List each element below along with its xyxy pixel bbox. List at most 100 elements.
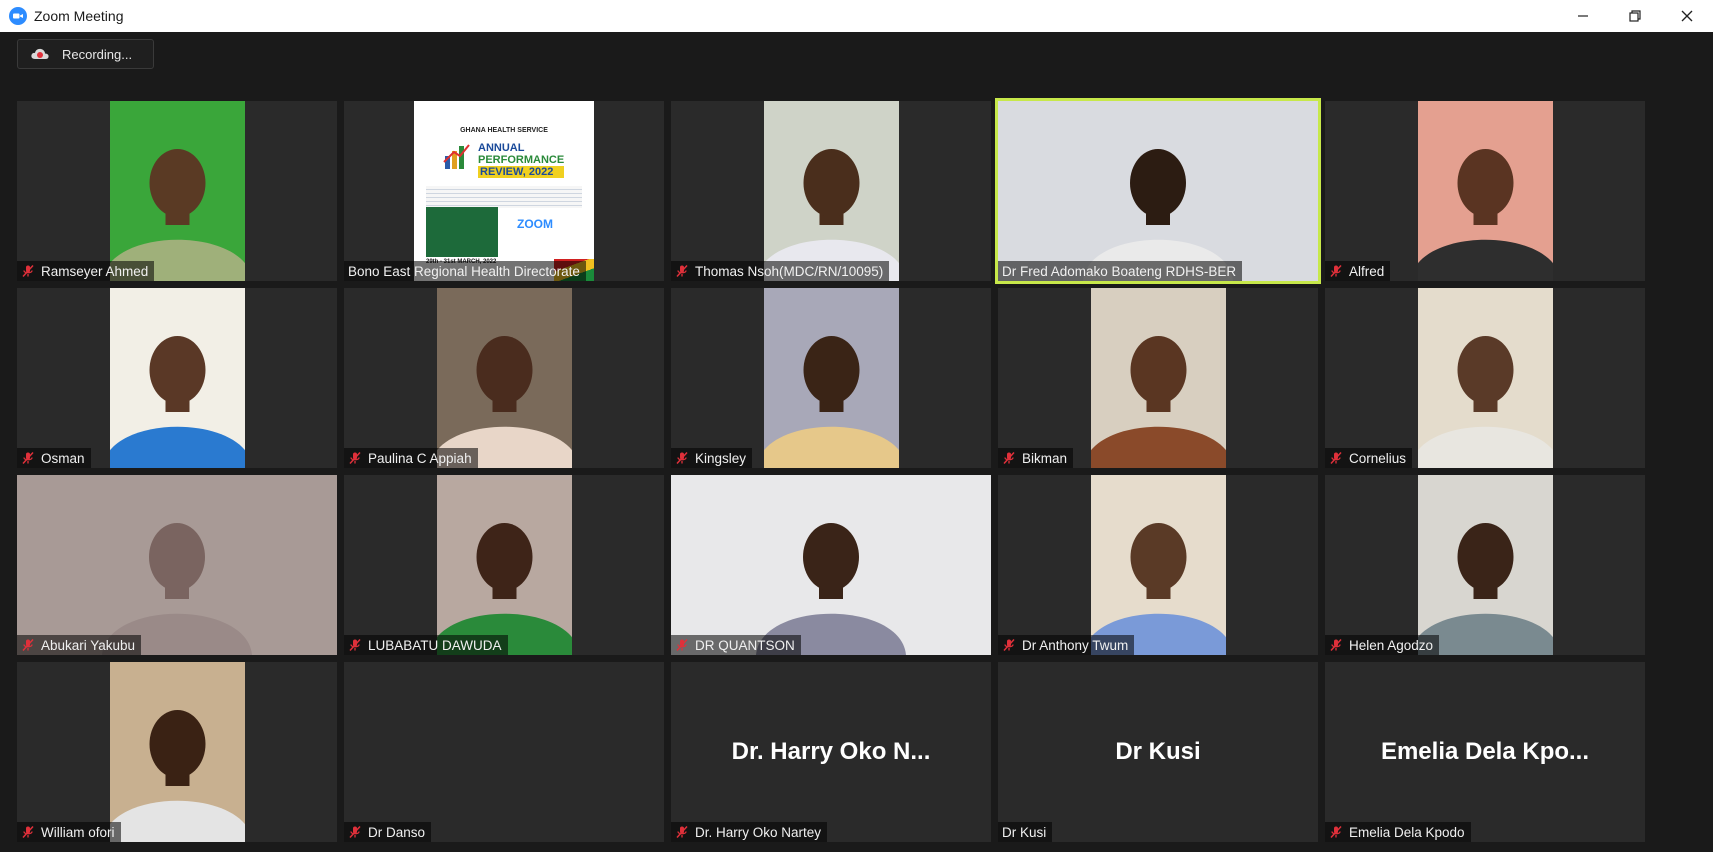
video-feed — [671, 475, 991, 655]
video-feed — [429, 475, 579, 655]
recording-indicator[interactable]: Recording... — [17, 39, 154, 69]
participant-tile[interactable]: GHANA HEALTH SERVICE ANNUAL PERFORMANCE REV… — [344, 101, 664, 281]
participant-tile[interactable]: Osman — [17, 288, 337, 468]
participant-tile[interactable]: Dr Danso — [344, 662, 664, 842]
participant-display-name — [344, 662, 664, 842]
participant-tile[interactable]: Cornelius — [1325, 288, 1645, 468]
participant-tile[interactable]: Helen Agodzo — [1325, 475, 1645, 655]
poster-platform: ZOOM — [506, 209, 564, 239]
participant-name: Dr. Harry Oko Nartey — [695, 824, 822, 840]
video-feed — [998, 101, 1318, 281]
microphone-muted-icon — [676, 825, 688, 839]
video-feed — [17, 475, 337, 655]
participant-name: Cornelius — [1349, 450, 1407, 466]
microphone-muted-icon — [676, 264, 688, 278]
video-feed — [102, 288, 252, 468]
participant-name: Dr Fred Adomako Boateng RDHS-BER — [1002, 263, 1237, 279]
participant-name-tag: Bono East Regional Health Directorate — [344, 261, 586, 281]
participant-video — [756, 101, 906, 281]
participant-name-tag: Emelia Dela Kpodo — [1325, 822, 1471, 842]
microphone-muted-icon — [349, 638, 361, 652]
participant-name: LUBABATU DAWUDA — [368, 637, 502, 653]
participant-name: Helen Agodzo — [1349, 637, 1434, 653]
participant-name-tag: Cornelius — [1325, 448, 1413, 468]
participant-video — [1410, 475, 1560, 655]
participant-name: Osman — [41, 450, 85, 466]
microphone-muted-icon — [22, 638, 34, 652]
participant-tile[interactable]: Abukari Yakubu — [17, 475, 337, 655]
participant-tile[interactable]: Thomas Nsoh(MDC/RN/10095) — [671, 101, 991, 281]
participant-name: Alfred — [1349, 263, 1385, 279]
participant-name: DR QUANTSON — [695, 637, 795, 653]
participant-video — [102, 101, 252, 281]
close-button[interactable] — [1661, 0, 1713, 32]
participant-tile[interactable]: Kingsley — [671, 288, 991, 468]
window-title: Zoom Meeting — [34, 8, 124, 24]
participant-name-tag: Abukari Yakubu — [17, 635, 142, 655]
participant-name-tag: Bikman — [998, 448, 1074, 468]
participant-name: Ramseyer Ahmed — [41, 263, 149, 279]
participant-video — [1410, 288, 1560, 468]
participant-video — [671, 475, 991, 655]
video-feed — [1410, 288, 1560, 468]
participant-name-tag: Thomas Nsoh(MDC/RN/10095) — [671, 261, 890, 281]
participant-name: Dr Danso — [368, 824, 426, 840]
participant-video — [429, 475, 579, 655]
minimize-button[interactable] — [1557, 0, 1609, 32]
participant-name-tag: William ofori — [17, 822, 121, 842]
participant-video — [1083, 475, 1233, 655]
participant-tile[interactable]: Dr Kusi Dr Kusi — [998, 662, 1318, 842]
participant-name-tag: Dr Kusi — [998, 822, 1053, 842]
participant-tile[interactable]: DR QUANTSON — [671, 475, 991, 655]
participant-name: Thomas Nsoh(MDC/RN/10095) — [695, 263, 884, 279]
participant-tile[interactable]: Emelia Dela Kpo... Emelia Dela Kpodo — [1325, 662, 1645, 842]
microphone-muted-icon — [1330, 264, 1342, 278]
participant-tile[interactable]: LUBABATU DAWUDA — [344, 475, 664, 655]
microphone-muted-icon — [676, 451, 688, 465]
participant-name-tag: Kingsley — [671, 448, 753, 468]
participant-name-tag: Dr Fred Adomako Boateng RDHS-BER — [998, 261, 1243, 281]
poster-headline-2: PERFORMANCE — [478, 154, 565, 166]
participant-name-tag: Helen Agodzo — [1325, 635, 1440, 655]
participant-name: Emelia Dela Kpodo — [1349, 824, 1465, 840]
title-bar: Zoom Meeting — [0, 0, 1713, 32]
participant-video — [102, 662, 252, 842]
video-feed — [1410, 101, 1560, 281]
participant-video — [756, 288, 906, 468]
participant-tile[interactable]: Dr. Harry Oko N... Dr. Harry Oko Nartey — [671, 662, 991, 842]
participant-display-name: Dr. Harry Oko N... — [731, 738, 931, 765]
microphone-muted-icon — [349, 451, 361, 465]
participant-name-tag: Dr Anthony Twum — [998, 635, 1135, 655]
participant-name: Dr Kusi — [1002, 824, 1047, 840]
participant-tile[interactable]: Dr Fred Adomako Boateng RDHS-BER — [995, 98, 1321, 284]
participant-name-tag: Ramseyer Ahmed — [17, 261, 155, 281]
restore-button[interactable] — [1609, 0, 1661, 32]
participant-tile[interactable]: Bikman — [998, 288, 1318, 468]
video-feed — [1410, 475, 1560, 655]
participant-tile[interactable]: Paulina C Appiah — [344, 288, 664, 468]
poster-org: GHANA HEALTH SERVICE — [460, 127, 548, 134]
microphone-muted-icon — [349, 825, 361, 839]
recording-label: Recording... — [62, 46, 133, 62]
microphone-muted-icon — [676, 638, 688, 652]
participant-tile[interactable]: Dr Anthony Twum — [998, 475, 1318, 655]
participant-tile[interactable]: Alfred — [1325, 101, 1645, 281]
participant-name-tag: Dr Danso — [344, 822, 432, 842]
participant-video — [998, 101, 1318, 281]
participant-name-tag: Osman — [17, 448, 91, 468]
participant-display-name: Emelia Dela Kpo... — [1380, 738, 1590, 765]
participant-name: Paulina C Appiah — [368, 450, 472, 466]
shared-poster: GHANA HEALTH SERVICE ANNUAL PERFORMANCE REV… — [414, 101, 594, 281]
participant-name: Dr Anthony Twum — [1022, 637, 1129, 653]
participant-video — [17, 475, 337, 655]
participant-name: Abukari Yakubu — [41, 637, 136, 653]
participant-name: Bono East Regional Health Directorate — [348, 263, 580, 279]
window-controls — [1557, 0, 1713, 32]
poster-headline-3: REVIEW, 2022 — [478, 166, 565, 178]
participant-tile[interactable]: William ofori — [17, 662, 337, 842]
video-feed — [1083, 475, 1233, 655]
microphone-muted-icon — [22, 264, 34, 278]
microphone-muted-icon — [1330, 825, 1342, 839]
participant-tile[interactable]: Ramseyer Ahmed — [17, 101, 337, 281]
zoom-app-icon — [9, 7, 27, 25]
